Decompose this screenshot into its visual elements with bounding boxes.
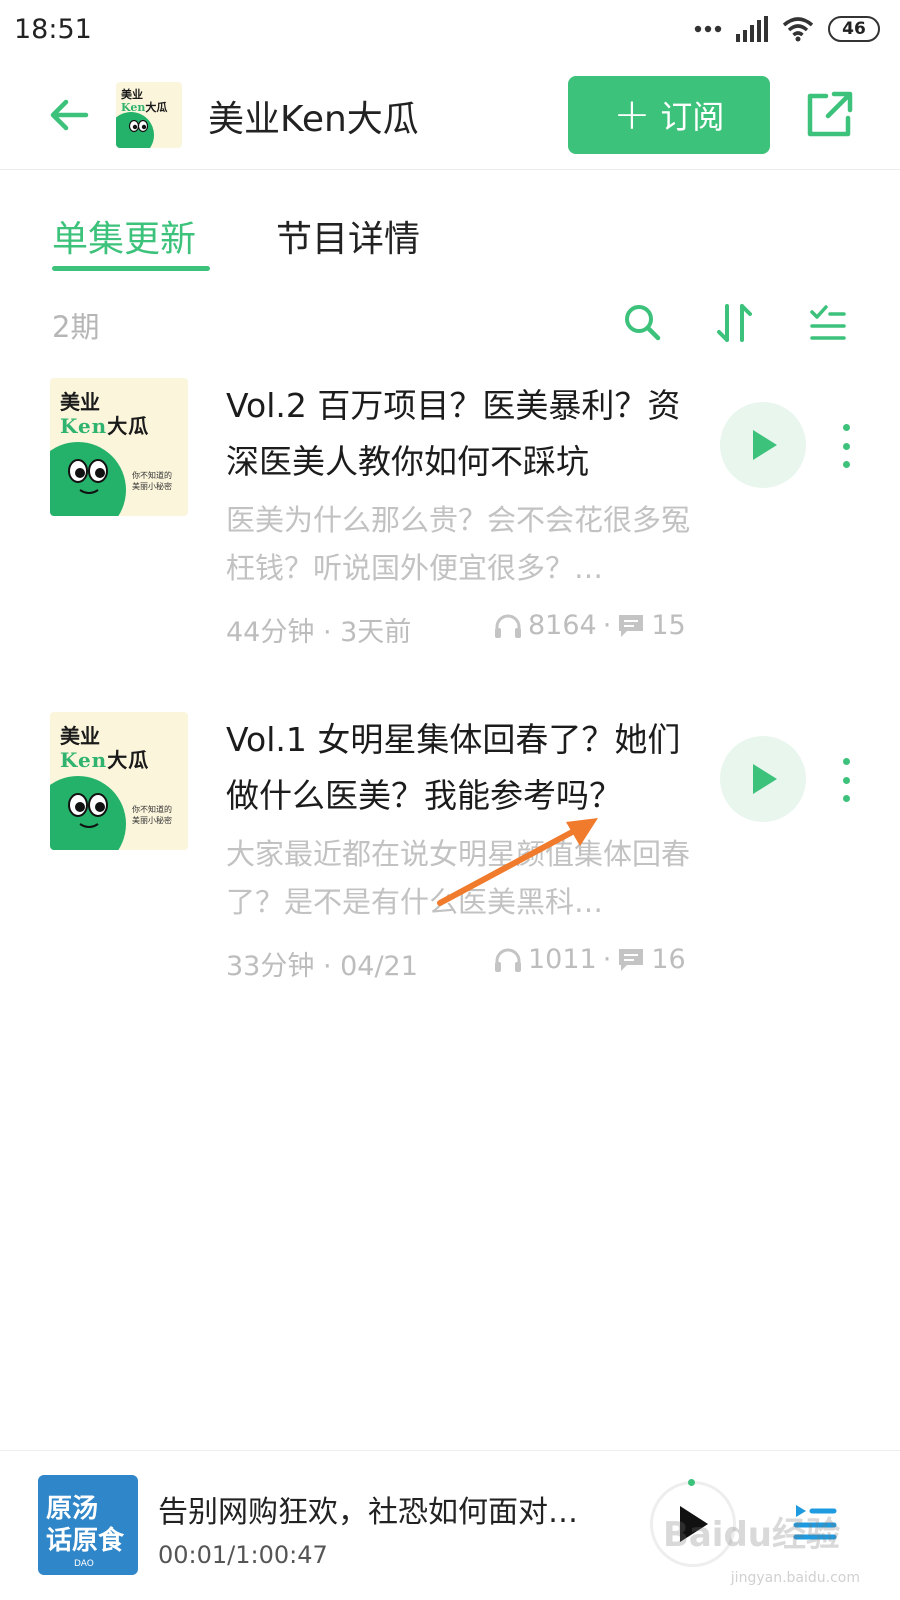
batch-select-icon[interactable] xyxy=(804,300,850,346)
wifi-icon xyxy=(782,17,814,42)
more-dots-icon xyxy=(694,25,722,33)
cover-face-icon xyxy=(68,793,108,828)
cover-tagline: 你不知道的 美丽小秘密 xyxy=(132,805,172,825)
now-playing-title: 告别网购狂欢，社恐如何面对… xyxy=(158,1495,578,1530)
episode-play-button[interactable] xyxy=(720,736,806,822)
comment-icon xyxy=(619,614,644,637)
battery-indicator: 46 xyxy=(828,16,880,42)
episode-item[interactable]: 美业 Ken大瓜 你不知道的 美丽小秘密 Vol.1 女明星集体回春了？她们做什么… xyxy=(0,712,900,1042)
episode-play-button[interactable] xyxy=(720,402,806,488)
watermark-url: jingyan.baidu.com xyxy=(730,1570,860,1586)
separator-dot: · xyxy=(602,944,612,975)
cover-title-text: 原汤 话原食 xyxy=(46,1494,125,1556)
episode-duration-date: 33分钟 · 04/21 xyxy=(226,951,418,982)
subscribe-button[interactable]: + 订阅 xyxy=(568,76,770,154)
more-options-icon[interactable] xyxy=(836,424,856,468)
episode-cover: 美业 Ken大瓜 你不知道的 美丽小秘密 xyxy=(50,378,188,516)
episode-title[interactable]: Vol.1 女明星集体回春了？她们做什么医美？我能参考吗？ xyxy=(226,712,696,824)
play-count: 1011 xyxy=(528,944,597,975)
cover-tag: DAO xyxy=(74,1559,94,1569)
episode-toolbar: 2期 xyxy=(0,290,900,360)
comment-icon xyxy=(619,948,644,971)
episode-stats: 8164 · 15 xyxy=(494,610,686,641)
tab-active-indicator xyxy=(52,266,210,271)
now-playing-cover: 原汤 话原食 DAO xyxy=(38,1475,138,1575)
episode-title[interactable]: Vol.2 百万项目？医美暴利？资深医美人教你如何不踩坑 xyxy=(226,378,696,490)
cover-line2: Ken大瓜 xyxy=(60,414,150,438)
episode-item[interactable]: 美业 Ken大瓜 你不知道的 美丽小秘密 Vol.2 百万项目？医美暴利？资深医美… xyxy=(0,378,900,708)
status-icons: 46 xyxy=(694,16,880,42)
signal-icon xyxy=(736,16,768,42)
tab-episodes[interactable]: 单集更新 xyxy=(52,210,196,262)
mini-player[interactable]: 原汤 话原食 DAO 告别网购狂欢，社恐如何面对… 00:01/1:00:47 B… xyxy=(0,1450,900,1600)
progress-indicator xyxy=(688,1479,695,1486)
status-bar: 18:51 46 xyxy=(0,0,900,64)
more-options-icon[interactable] xyxy=(836,758,856,802)
watermark-brand: Baidu经验 xyxy=(662,1515,840,1555)
headphones-icon xyxy=(495,948,521,972)
share-icon[interactable] xyxy=(804,88,856,140)
separator-dot: · xyxy=(602,610,612,641)
episode-stats: 1011 · 16 xyxy=(494,944,686,975)
cover-eyes-icon xyxy=(128,120,149,133)
episode-duration-date: 44分钟 · 3天前 xyxy=(226,617,412,648)
cover-tagline: 你不知道的 美丽小秘密 xyxy=(132,471,172,491)
play-icon xyxy=(753,764,777,794)
back-arrow-icon[interactable] xyxy=(44,90,94,140)
sort-icon[interactable] xyxy=(712,300,758,346)
subscribe-label: 订阅 xyxy=(660,98,725,136)
comment-count: 16 xyxy=(651,944,686,975)
comment-count: 15 xyxy=(651,610,686,641)
header: 美业 Ken大瓜 美业Ken大瓜 + 订阅 xyxy=(0,64,900,170)
page-title: 美业Ken大瓜 xyxy=(208,99,419,140)
cover-face-icon xyxy=(68,459,108,494)
search-icon[interactable] xyxy=(620,300,666,346)
episode-cover: 美业 Ken大瓜 你不知道的 美丽小秘密 xyxy=(50,712,188,850)
episode-description: 大家最近都在说女明星颜值集体回春了？是不是有什么医美黑科… xyxy=(226,837,691,919)
podcast-cover-thumbnail: 美业 Ken大瓜 xyxy=(116,82,182,148)
episode-count: 2期 xyxy=(52,310,100,344)
episode-description: 医美为什么那么贵？会不会花很多冤枉钱？听说国外便宜很多？… xyxy=(226,503,691,585)
headphones-icon xyxy=(495,614,521,638)
status-time: 18:51 xyxy=(14,14,92,45)
plus-icon: + xyxy=(613,89,651,140)
tab-bar: 单集更新 节目详情 xyxy=(0,170,900,280)
tab-program-details[interactable]: 节目详情 xyxy=(276,210,420,262)
play-icon xyxy=(753,430,777,460)
play-count: 8164 xyxy=(528,610,597,641)
cover-line2: Ken大瓜 xyxy=(60,748,150,772)
now-playing-time: 00:01/1:00:47 xyxy=(158,1541,328,1569)
